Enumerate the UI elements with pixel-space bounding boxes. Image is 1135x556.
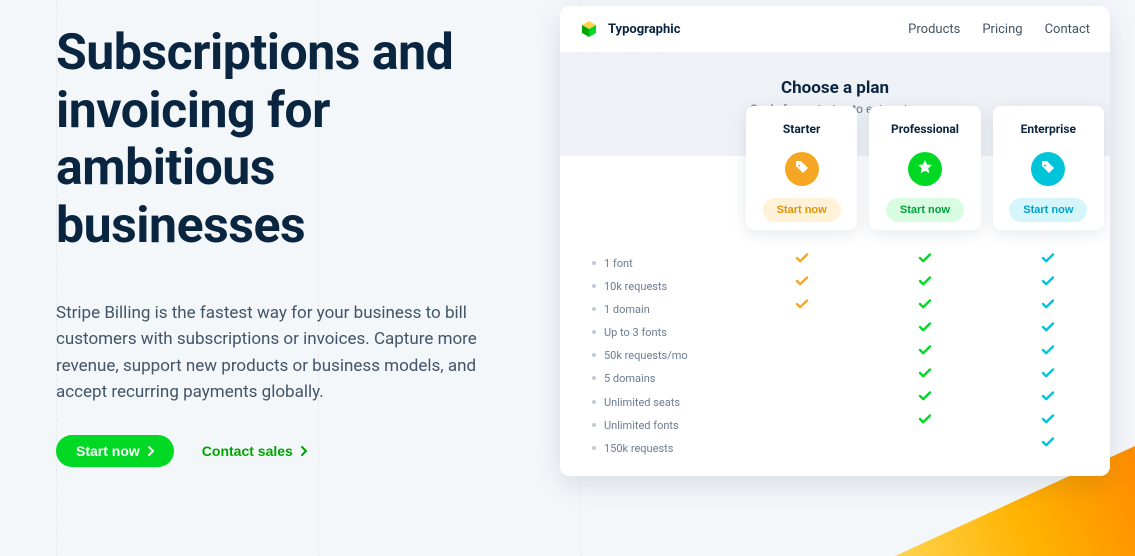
check-icon — [795, 273, 809, 292]
contact-sales-label: Contact sales — [202, 443, 293, 459]
check-cell — [740, 271, 863, 294]
check-icon — [1041, 296, 1055, 315]
plan-card-enterprise: Enterprise Start now — [993, 106, 1104, 230]
check-cell — [987, 386, 1110, 409]
check-cell — [863, 432, 986, 455]
check-cell — [740, 340, 863, 363]
check-cell — [987, 294, 1110, 317]
brand-cube-icon — [580, 20, 598, 38]
plan-cta-enterprise[interactable]: Start now — [1009, 198, 1087, 222]
check-icon — [1041, 273, 1055, 292]
feature-item: 5 domains — [592, 367, 722, 390]
start-now-button[interactable]: Start now — [56, 435, 174, 467]
check-icon — [918, 273, 932, 292]
check-cell — [987, 271, 1110, 294]
check-icon — [1041, 411, 1055, 430]
check-cell — [987, 248, 1110, 271]
brand: Typographic — [580, 20, 681, 38]
check-cell — [740, 294, 863, 317]
feature-item: 1 font — [592, 252, 722, 275]
plan-table: Starter Start now Professional — [560, 156, 1110, 476]
tag-icon — [1040, 159, 1056, 179]
check-cell — [740, 409, 863, 432]
check-icon — [918, 250, 932, 269]
check-icon — [1041, 388, 1055, 407]
plan-cta-professional[interactable]: Start now — [886, 198, 964, 222]
plan-badge-starter — [785, 152, 819, 186]
check-cell — [863, 363, 986, 386]
check-cell — [863, 248, 986, 271]
plan-title: Choose a plan — [560, 78, 1110, 98]
start-now-label: Start now — [76, 443, 140, 459]
star-icon — [917, 159, 933, 179]
nav-products[interactable]: Products — [908, 22, 960, 37]
plan-card-professional: Professional Start now — [869, 106, 980, 230]
feature-item: 1 domain — [592, 298, 722, 321]
plan-name-professional: Professional — [869, 106, 980, 144]
feature-item: Up to 3 fonts — [592, 321, 722, 344]
check-cell — [740, 386, 863, 409]
check-cell — [740, 432, 863, 455]
check-cell — [740, 363, 863, 386]
check-cell — [863, 340, 986, 363]
check-cell — [987, 432, 1110, 455]
check-icon — [1041, 365, 1055, 384]
check-cell — [740, 248, 863, 271]
check-icon — [918, 365, 932, 384]
chevron-right-icon — [148, 443, 156, 459]
plan-name-enterprise: Enterprise — [993, 106, 1104, 144]
check-icon — [795, 250, 809, 269]
check-col-starter — [740, 230, 863, 476]
plan-cta-starter[interactable]: Start now — [763, 198, 841, 222]
check-cell — [863, 409, 986, 432]
tag-icon — [794, 159, 810, 179]
check-icon — [1041, 342, 1055, 361]
check-cell — [740, 317, 863, 340]
plan-name-starter: Starter — [746, 106, 857, 144]
plan-badge-enterprise — [1031, 152, 1065, 186]
feature-item: 50k requests/mo — [592, 344, 722, 367]
hero-body: Stripe Billing is the fastest way for yo… — [56, 300, 486, 405]
check-cell — [863, 271, 986, 294]
check-cell — [987, 317, 1110, 340]
check-cell — [863, 294, 986, 317]
check-icon — [918, 388, 932, 407]
check-cell — [987, 340, 1110, 363]
check-icon — [918, 296, 932, 315]
chevron-right-icon — [301, 443, 309, 459]
check-cell — [863, 386, 986, 409]
app-header: Typographic Products Pricing Contact — [560, 6, 1110, 52]
feature-item: Unlimited seats — [592, 391, 722, 414]
plan-badge-professional — [908, 152, 942, 186]
feature-item: 150k requests — [592, 437, 722, 460]
nav-contact[interactable]: Contact — [1045, 22, 1090, 37]
feature-item: Unlimited fonts — [592, 414, 722, 437]
check-icon — [918, 319, 932, 338]
pricing-app-card: Typographic Products Pricing Contact Cho… — [560, 6, 1110, 476]
check-cell — [863, 317, 986, 340]
check-col-enterprise — [987, 230, 1110, 476]
check-icon — [1041, 434, 1055, 453]
app-nav: Products Pricing Contact — [908, 22, 1090, 37]
feature-list: 1 font10k requests1 domainUp to 3 fonts5… — [560, 230, 740, 476]
nav-pricing[interactable]: Pricing — [982, 22, 1022, 37]
check-cell — [987, 409, 1110, 432]
check-icon — [918, 411, 932, 430]
hero-title: Subscriptions and invoicing for ambitiou… — [56, 25, 520, 255]
check-icon — [1041, 319, 1055, 338]
check-cell — [987, 363, 1110, 386]
brand-name: Typographic — [608, 22, 681, 37]
check-icon — [918, 342, 932, 361]
cta-row: Start now Contact sales — [56, 435, 520, 467]
feature-item: 10k requests — [592, 275, 722, 298]
check-col-professional — [863, 230, 986, 476]
plan-card-starter: Starter Start now — [746, 106, 857, 230]
contact-sales-button[interactable]: Contact sales — [202, 443, 309, 459]
check-icon — [795, 296, 809, 315]
check-icon — [1041, 250, 1055, 269]
